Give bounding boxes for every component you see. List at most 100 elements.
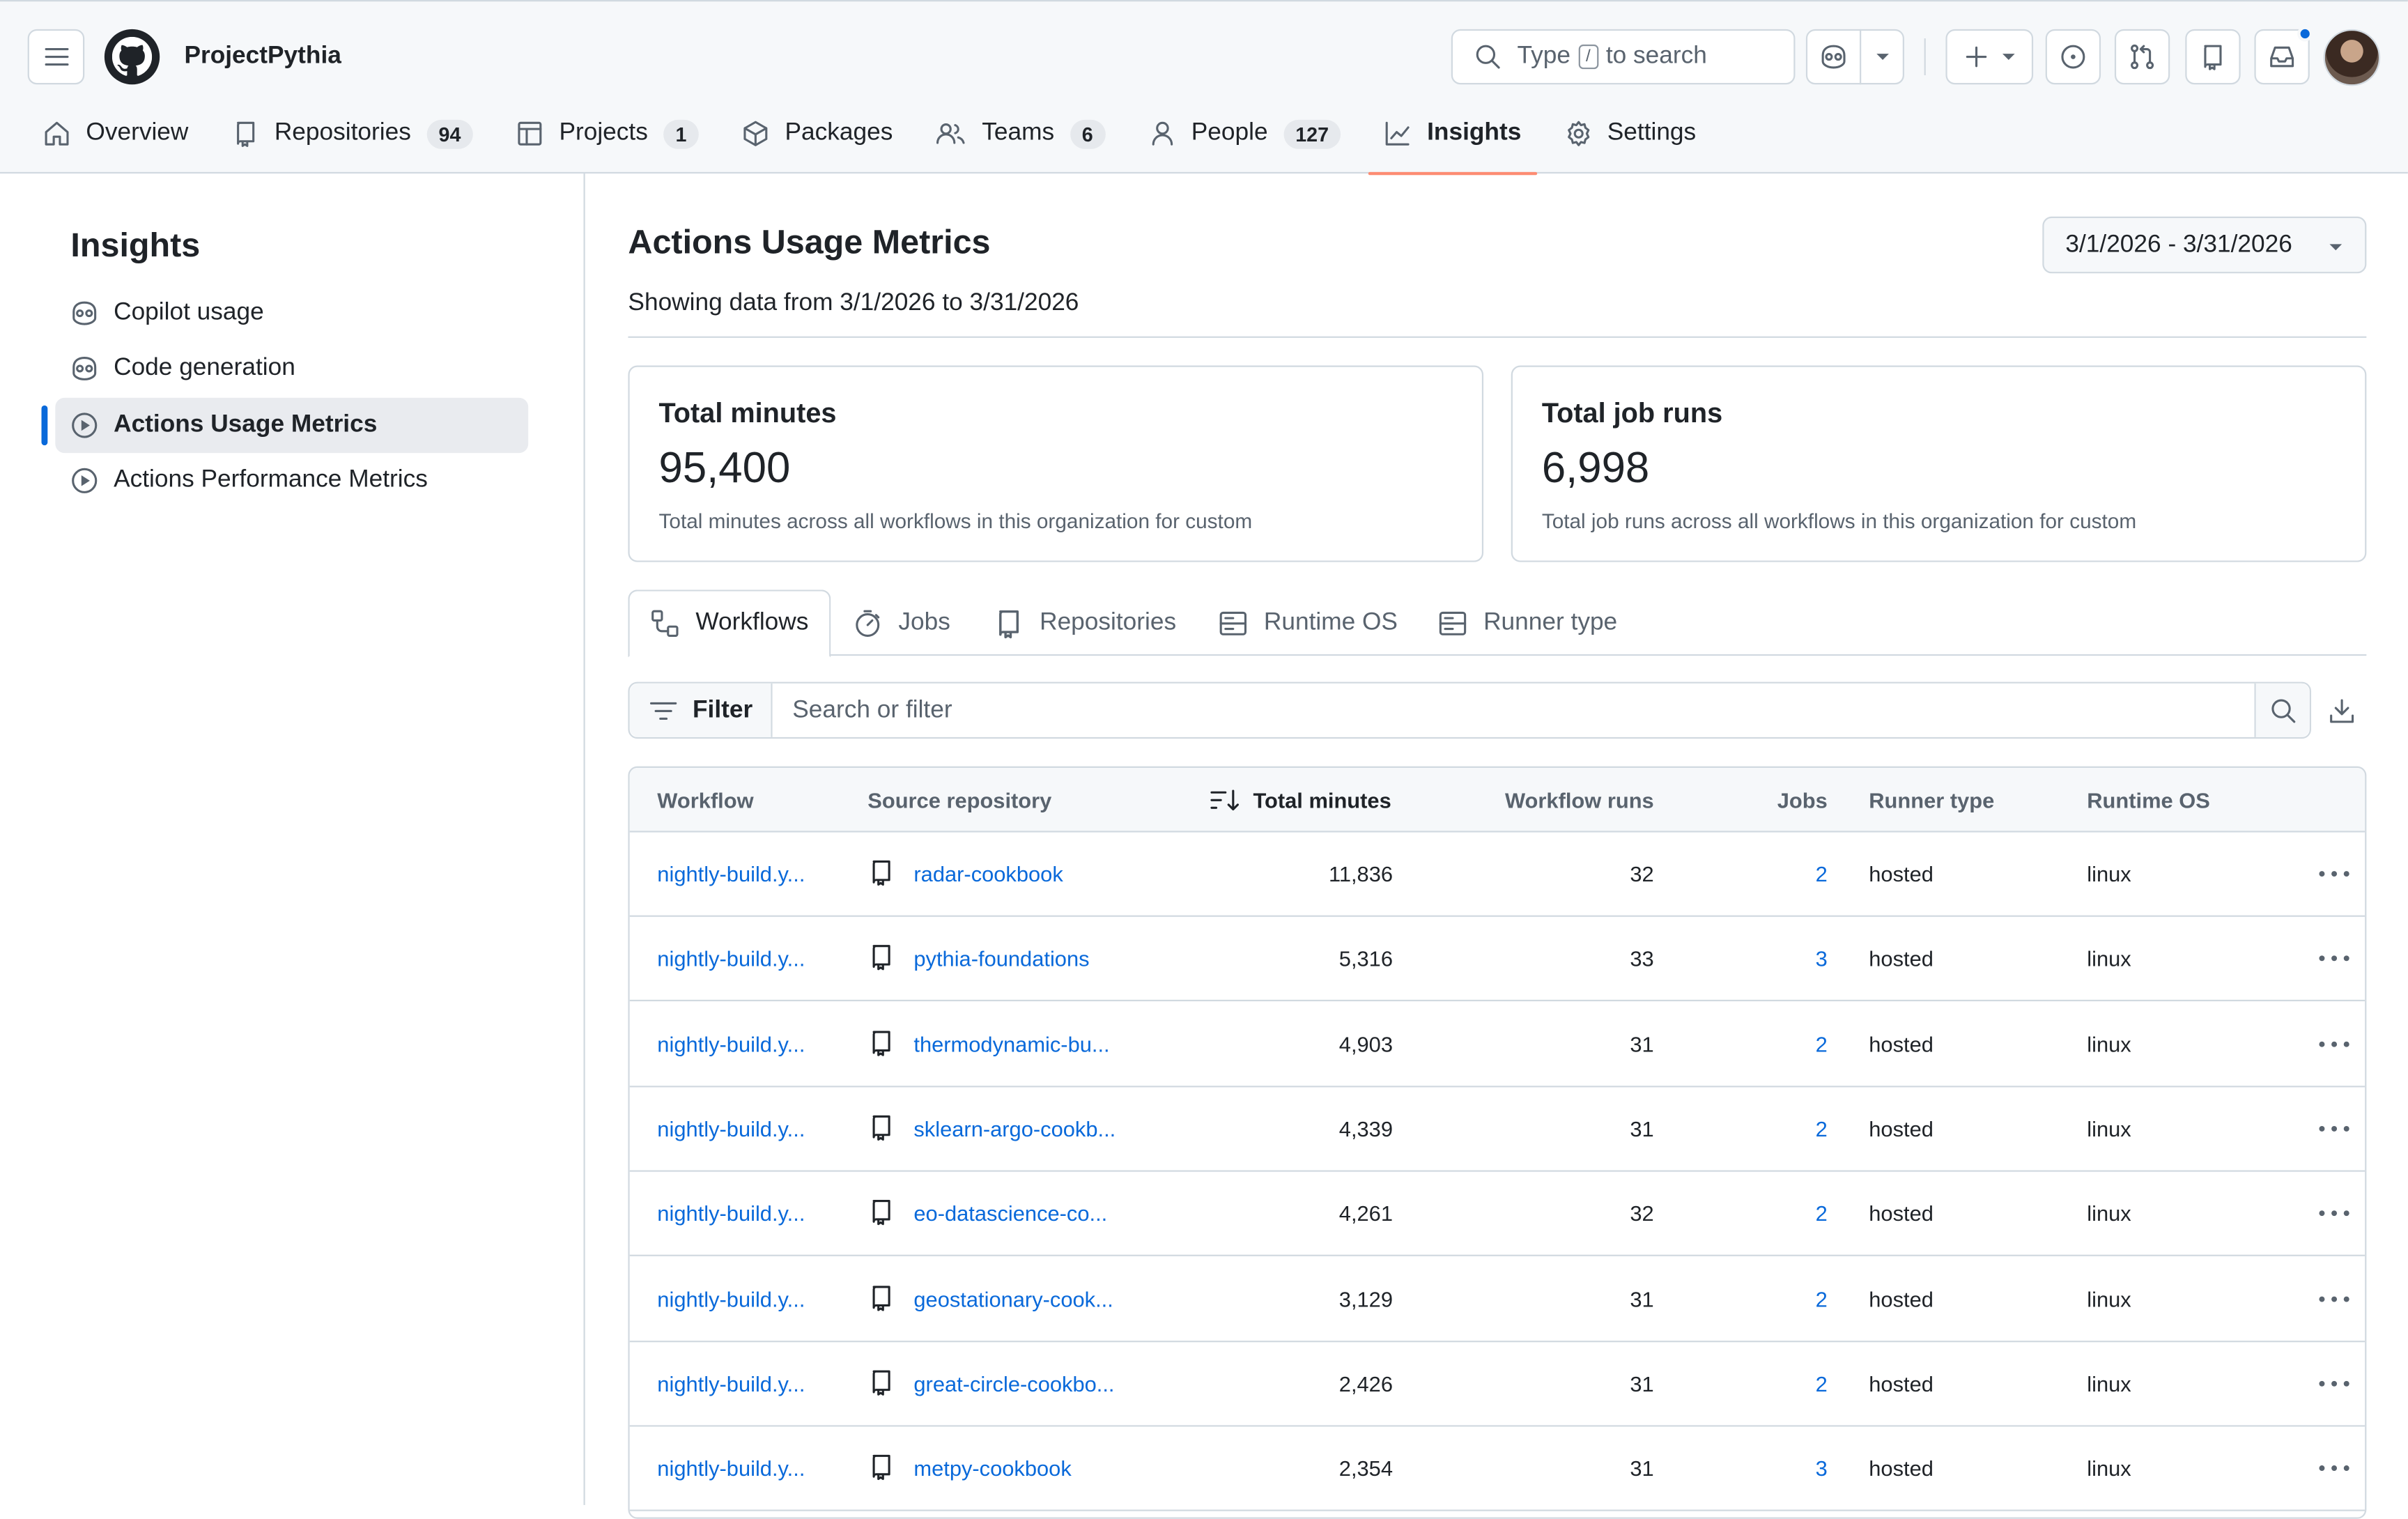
jobs-link[interactable]: 2 — [1736, 861, 1828, 886]
repository-link[interactable]: metpy-cookbook — [913, 1456, 1071, 1481]
tab-repositories[interactable]: Repositories 94 — [216, 103, 488, 164]
search-prefix: Type — [1517, 43, 1571, 70]
sort-desc-icon — [1210, 789, 1239, 811]
column-jobs[interactable]: Jobs — [1704, 788, 1828, 812]
row-actions-button[interactable] — [2316, 1453, 2353, 1483]
page: ProjectPythia Type / to search Overview … — [0, 0, 2408, 1519]
create-new-button[interactable] — [1945, 29, 2034, 85]
column-runner-type[interactable]: Runner type — [1869, 788, 1994, 812]
column-total-minutes[interactable]: Total minutes — [1210, 788, 1391, 812]
repositories-button[interactable] — [2185, 29, 2241, 85]
date-range-picker[interactable]: 3/1/2026 - 3/31/2026 — [2042, 216, 2367, 274]
workflow-link[interactable]: nightly-build.y... — [657, 861, 805, 886]
tab-label: Packages — [785, 119, 893, 146]
row-actions-button[interactable] — [2316, 1283, 2353, 1313]
total-minutes-value: 4,339 — [1338, 1116, 1394, 1141]
repo-icon — [872, 1200, 890, 1226]
jobs-link[interactable]: 2 — [1736, 1286, 1828, 1311]
issues-button[interactable] — [2045, 29, 2101, 85]
repo-icon-wrap — [867, 1027, 895, 1058]
tab-packages[interactable]: Packages — [727, 103, 909, 164]
workflow-link[interactable]: nightly-build.y... — [657, 1116, 805, 1141]
repository-link[interactable]: eo-datascience-co... — [913, 1201, 1107, 1226]
sidebar-item-copilot-usage[interactable]: Copilot usage — [55, 286, 528, 341]
tab-settings[interactable]: Settings — [1549, 103, 1711, 164]
github-logo[interactable] — [104, 29, 160, 85]
plus-icon — [1965, 46, 1986, 68]
kebab-horizontal-icon — [2319, 1210, 2349, 1217]
workflow-link[interactable]: nightly-build.y... — [657, 1031, 805, 1056]
card-description: Total minutes across all workflows in th… — [658, 509, 1253, 533]
org-name[interactable]: ProjectPythia — [184, 43, 341, 71]
repository-link[interactable]: pythia-foundations — [913, 946, 1089, 971]
total-minutes-value: 5,316 — [1338, 946, 1394, 971]
gear-icon — [1567, 121, 1589, 146]
column-workflow-runs[interactable]: Workflow runs — [1490, 788, 1654, 812]
column-source-repository[interactable]: Source repository — [867, 788, 1051, 812]
kebab-horizontal-icon — [2319, 955, 2349, 962]
user-avatar[interactable] — [2323, 29, 2381, 86]
jobs-link[interactable]: 2 — [1736, 1116, 1828, 1141]
column-runtime-os[interactable]: Runtime OS — [2087, 788, 2210, 812]
download-button[interactable] — [2325, 694, 2359, 727]
workflow-runs-value: 31 — [1630, 1456, 1654, 1481]
tab-projects[interactable]: Projects 1 — [501, 103, 714, 164]
row-actions-button[interactable] — [2316, 943, 2353, 974]
stopwatch-icon — [856, 609, 880, 636]
repository-link[interactable]: great-circle-cookbo... — [913, 1371, 1114, 1396]
menu-button[interactable] — [27, 29, 85, 85]
workflow-link[interactable]: nightly-build.y... — [657, 946, 805, 971]
row-actions-button[interactable] — [2316, 1198, 2353, 1229]
jobs-link[interactable]: 3 — [1736, 1456, 1828, 1481]
runner-type-value: hosted — [1869, 1456, 1934, 1481]
filter-search-button[interactable] — [2254, 683, 2310, 737]
sidebar-item-actions-usage-metrics[interactable]: Actions Usage Metrics — [55, 397, 529, 454]
tab-runner-type[interactable]: Runner type — [1437, 589, 1617, 656]
row-actions-button[interactable] — [2316, 858, 2353, 889]
sidebar-item-code-generation[interactable]: Code generation — [55, 341, 528, 396]
search-icon — [1476, 45, 1500, 69]
repository-link[interactable]: geostationary-cook... — [913, 1286, 1113, 1311]
workflow-link[interactable]: nightly-build.y... — [657, 1286, 805, 1311]
copilot-button[interactable] — [1805, 29, 1862, 85]
repo-icon — [872, 1370, 890, 1396]
workflow-runs-value: 32 — [1630, 861, 1654, 886]
tab-counter: 6 — [1070, 118, 1106, 148]
pull-requests-button[interactable] — [2114, 29, 2170, 85]
search-or-filter-input[interactable] — [772, 683, 2255, 737]
jobs-link[interactable]: 3 — [1736, 946, 1828, 971]
tab-repositories[interactable]: Repositories — [994, 589, 1176, 656]
copilot-menu-button[interactable] — [1860, 29, 1904, 85]
global-search[interactable]: Type / to search — [1451, 29, 1796, 85]
workflow-link[interactable]: nightly-build.y... — [657, 1371, 805, 1396]
tab-teams[interactable]: Teams 6 — [920, 103, 1120, 164]
row-actions-button[interactable] — [2316, 1368, 2353, 1398]
column-workflow[interactable]: Workflow — [657, 788, 753, 812]
repo-icon — [872, 860, 890, 886]
repo-icon-wrap — [867, 1366, 895, 1397]
row-actions-button[interactable] — [2316, 1113, 2353, 1144]
filter-button[interactable]: Filter — [629, 683, 773, 737]
workflow-link[interactable]: nightly-build.y... — [657, 1201, 805, 1226]
jobs-link[interactable]: 2 — [1736, 1031, 1828, 1056]
row-actions-button[interactable] — [2316, 1028, 2353, 1059]
tab-insights[interactable]: Insights — [1368, 103, 1538, 176]
tab-label: Runner type — [1483, 608, 1618, 635]
jobs-link[interactable]: 2 — [1736, 1201, 1828, 1226]
repository-link[interactable]: sklearn-argo-cookb... — [913, 1116, 1116, 1141]
tab-people[interactable]: People 127 — [1133, 103, 1357, 164]
tab-workflows[interactable]: Workflows — [628, 589, 831, 658]
repository-link[interactable]: thermodynamic-bu... — [913, 1031, 1109, 1056]
table-row: nightly-build.y... sklearn-argo-cookb... 4… — [629, 1087, 2365, 1172]
play-icon — [72, 412, 98, 438]
workflow-link[interactable]: nightly-build.y... — [657, 1456, 805, 1481]
workflow-runs-value: 33 — [1630, 946, 1654, 971]
package-icon — [743, 121, 768, 146]
tab-runtime-os[interactable]: Runtime OS — [1218, 589, 1398, 656]
repository-link[interactable]: radar-cookbook — [913, 861, 1063, 886]
tab-jobs[interactable]: Jobs — [852, 589, 950, 656]
download-icon — [2330, 699, 2354, 723]
tab-overview[interactable]: Overview — [28, 103, 204, 164]
sidebar-item-actions-performance-metrics[interactable]: Actions Performance Metrics — [55, 453, 528, 508]
jobs-link[interactable]: 2 — [1736, 1371, 1828, 1396]
